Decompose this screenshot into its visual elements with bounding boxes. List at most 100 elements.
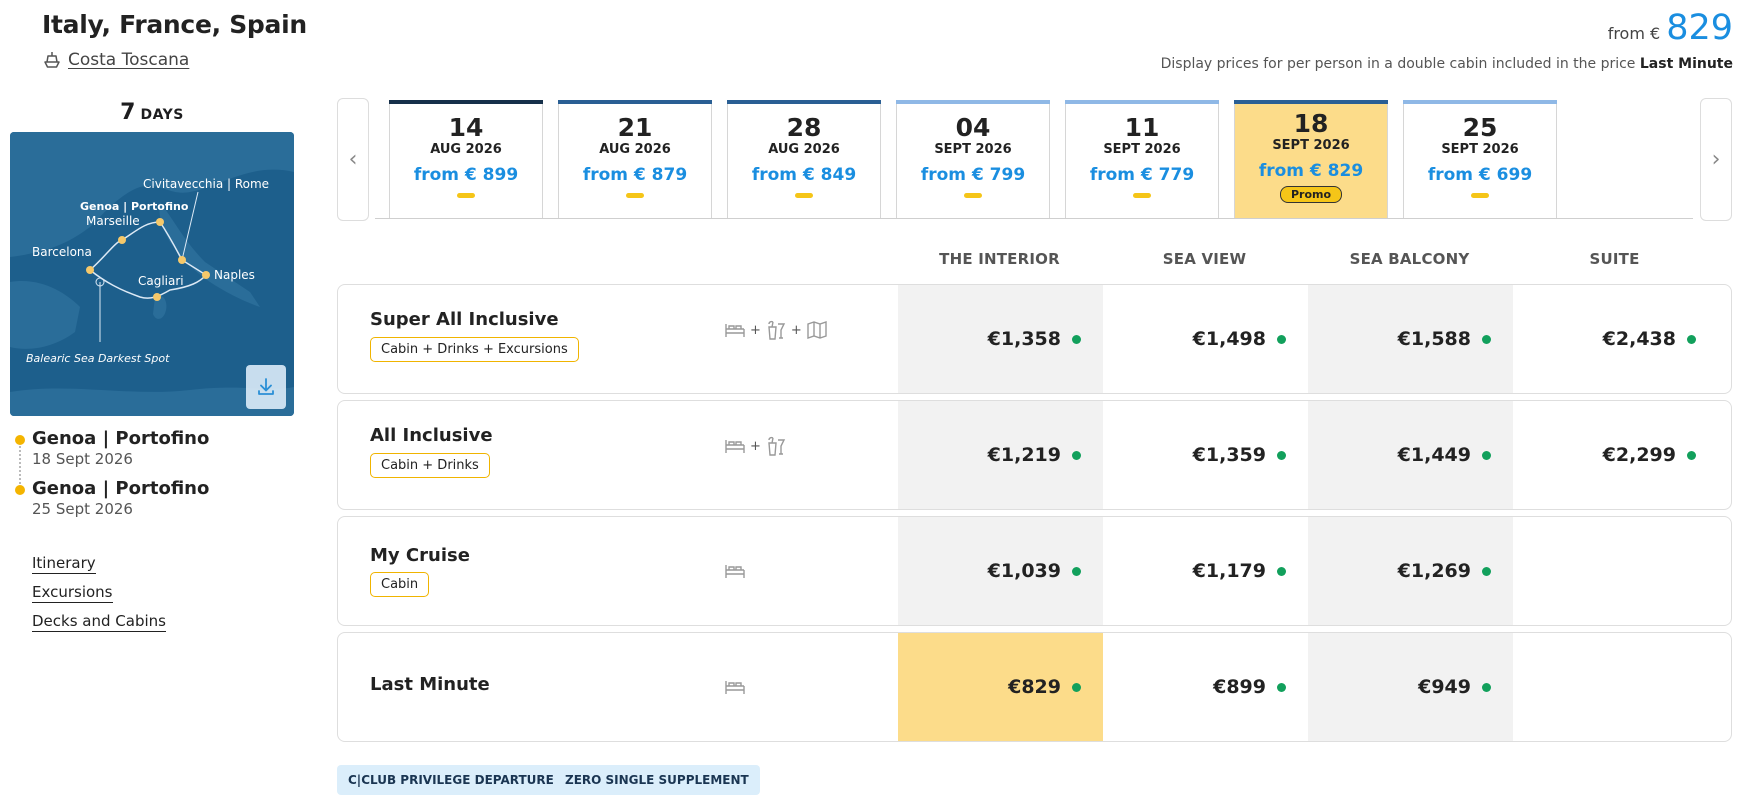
- ship-link[interactable]: Costa Toscana: [42, 50, 189, 70]
- price-cell[interactable]: €1,179: [1103, 517, 1308, 625]
- stop-date: 18 Sept 2026: [32, 450, 133, 468]
- date-card-selected[interactable]: 18 SEPT 2026 from € 829 Promo: [1234, 100, 1388, 218]
- date-from-price: from € 899: [413, 165, 519, 185]
- fare-name: All Inclusive: [370, 425, 493, 446]
- availability-dot: [1482, 566, 1491, 576]
- date-day: 28: [786, 113, 822, 142]
- price-cell[interactable]: €2,438: [1513, 285, 1718, 393]
- date-card[interactable]: 21 AUG 2026 from € 879: [558, 100, 712, 218]
- map-label-naples: Naples: [214, 268, 255, 282]
- date-card[interactable]: 11 SEPT 2026 from € 779: [1065, 100, 1219, 218]
- price-cell[interactable]: €1,449: [1308, 401, 1513, 509]
- date-from-price: from € 799: [920, 165, 1026, 185]
- map-annotation: Balearic Sea Darkest Spot: [26, 352, 170, 365]
- itinerary-stop: Genoa | Portofino 18 Sept 2026: [14, 428, 294, 468]
- availability-dot: [1072, 682, 1081, 692]
- decks-and-cabins-link[interactable]: Decks and Cabins: [32, 612, 166, 632]
- duration: 7 DAYS: [10, 100, 294, 125]
- date-month: AUG 2026: [599, 142, 671, 157]
- price-value: €1,219: [987, 444, 1061, 466]
- stop-name: Genoa | Portofino: [32, 428, 210, 449]
- column-header-sea-balcony: SEA BALCONY: [1349, 250, 1470, 268]
- date-month: SEPT 2026: [934, 142, 1012, 157]
- price-cell[interactable]: €1,039: [898, 517, 1103, 625]
- stop-name: Genoa | Portofino: [32, 478, 210, 499]
- availability-dot: [1277, 450, 1286, 460]
- carousel-next-button[interactable]: ›: [1700, 98, 1732, 221]
- price-value: €899: [1213, 676, 1266, 698]
- price-cell[interactable]: €1,269: [1308, 517, 1513, 625]
- fare-row: All Inclusive Cabin + Drinks + €1,219 €1…: [337, 400, 1732, 510]
- price-value: €2,299: [1602, 444, 1676, 466]
- price-cell[interactable]: €1,219: [898, 401, 1103, 509]
- date-month: SEPT 2026: [1103, 142, 1181, 157]
- excursions-link[interactable]: Excursions: [32, 583, 113, 603]
- availability-dot: [1482, 334, 1491, 344]
- column-header-suite: SUITE: [1589, 250, 1640, 268]
- price-cell-selected[interactable]: €829: [898, 633, 1103, 741]
- availability-dot: [1687, 334, 1696, 344]
- price-cell[interactable]: €1,498: [1103, 285, 1308, 393]
- ship-name: Costa Toscana: [68, 50, 190, 70]
- download-map-button[interactable]: [246, 365, 286, 409]
- ship-icon: [44, 52, 60, 68]
- date-from-price: from € 699: [1427, 165, 1533, 185]
- date-card-bar: [389, 100, 543, 104]
- price-value: €1,359: [1192, 444, 1266, 466]
- disclaimer-text: Display prices for per person in a doubl…: [1160, 56, 1636, 72]
- fare-inclusions-chip: Cabin + Drinks: [370, 453, 490, 478]
- price-value: €1,449: [1397, 444, 1471, 466]
- availability-dash: [626, 193, 644, 198]
- drinks-icon: [768, 436, 786, 456]
- fare-icons: +: [723, 434, 788, 458]
- date-month: SEPT 2026: [1272, 138, 1350, 153]
- availability-dash: [964, 193, 982, 198]
- date-month: AUG 2026: [768, 142, 840, 157]
- price-cell[interactable]: €899: [1103, 633, 1308, 741]
- availability-dot: [1277, 682, 1286, 692]
- availability-dot: [1277, 566, 1286, 576]
- map-label-civitavecchia: Civitavecchia | Rome: [143, 177, 269, 191]
- itinerary-stop: Genoa | Portofino 25 Sept 2026: [14, 478, 294, 518]
- chevron-left-icon: ‹: [348, 147, 358, 172]
- price-value: €829: [1008, 676, 1061, 698]
- date-card[interactable]: 04 SEPT 2026 from € 799: [896, 100, 1050, 218]
- date-card-bar: [1065, 100, 1219, 104]
- availability-dot: [1072, 334, 1081, 344]
- date-day: 25: [1462, 113, 1498, 142]
- carousel-prev-button[interactable]: ‹: [337, 98, 369, 221]
- fare-inclusions-chip: Cabin: [370, 572, 430, 597]
- map-label-cagliari: Cagliari: [138, 274, 184, 288]
- column-header-interior: THE INTERIOR: [939, 250, 1060, 268]
- itinerary-link[interactable]: Itinerary: [32, 554, 96, 574]
- price-cell[interactable]: €1,588: [1308, 285, 1513, 393]
- availability-dot: [1482, 682, 1491, 692]
- date-card[interactable]: 14 AUG 2026 from € 899: [389, 100, 543, 218]
- price-value: €949: [1418, 676, 1471, 698]
- date-card[interactable]: 25 SEPT 2026 from € 699: [1403, 100, 1557, 218]
- date-card-bar: [558, 100, 712, 104]
- date-day: 04: [955, 113, 991, 142]
- date-day: 18: [1293, 109, 1329, 138]
- price-value: €1,039: [987, 560, 1061, 582]
- date-day: 21: [617, 113, 653, 142]
- map-label-marseille: Marseille: [86, 214, 140, 228]
- from-label: from €: [1607, 24, 1661, 43]
- date-day: 14: [448, 113, 484, 142]
- price-value: €1,588: [1397, 328, 1471, 350]
- price-cell[interactable]: €949: [1308, 633, 1513, 741]
- fare-row: Super All Inclusive Cabin + Drinks + Exc…: [337, 284, 1732, 394]
- price-value: €1,498: [1192, 328, 1266, 350]
- fare-icons: [723, 559, 747, 583]
- from-price: 829: [1666, 8, 1733, 48]
- price-cell[interactable]: €1,358: [898, 285, 1103, 393]
- bed-icon: [725, 565, 745, 578]
- date-card[interactable]: 28 AUG 2026 from € 849: [727, 100, 881, 218]
- date-from-price: from € 829: [1258, 161, 1364, 181]
- price-cell[interactable]: €1,359: [1103, 401, 1308, 509]
- availability-dot: [1072, 450, 1081, 460]
- price-value: €1,269: [1397, 560, 1471, 582]
- stop-date: 25 Sept 2026: [32, 500, 133, 518]
- price-cell[interactable]: €2,299: [1513, 401, 1718, 509]
- date-day: 11: [1124, 113, 1160, 142]
